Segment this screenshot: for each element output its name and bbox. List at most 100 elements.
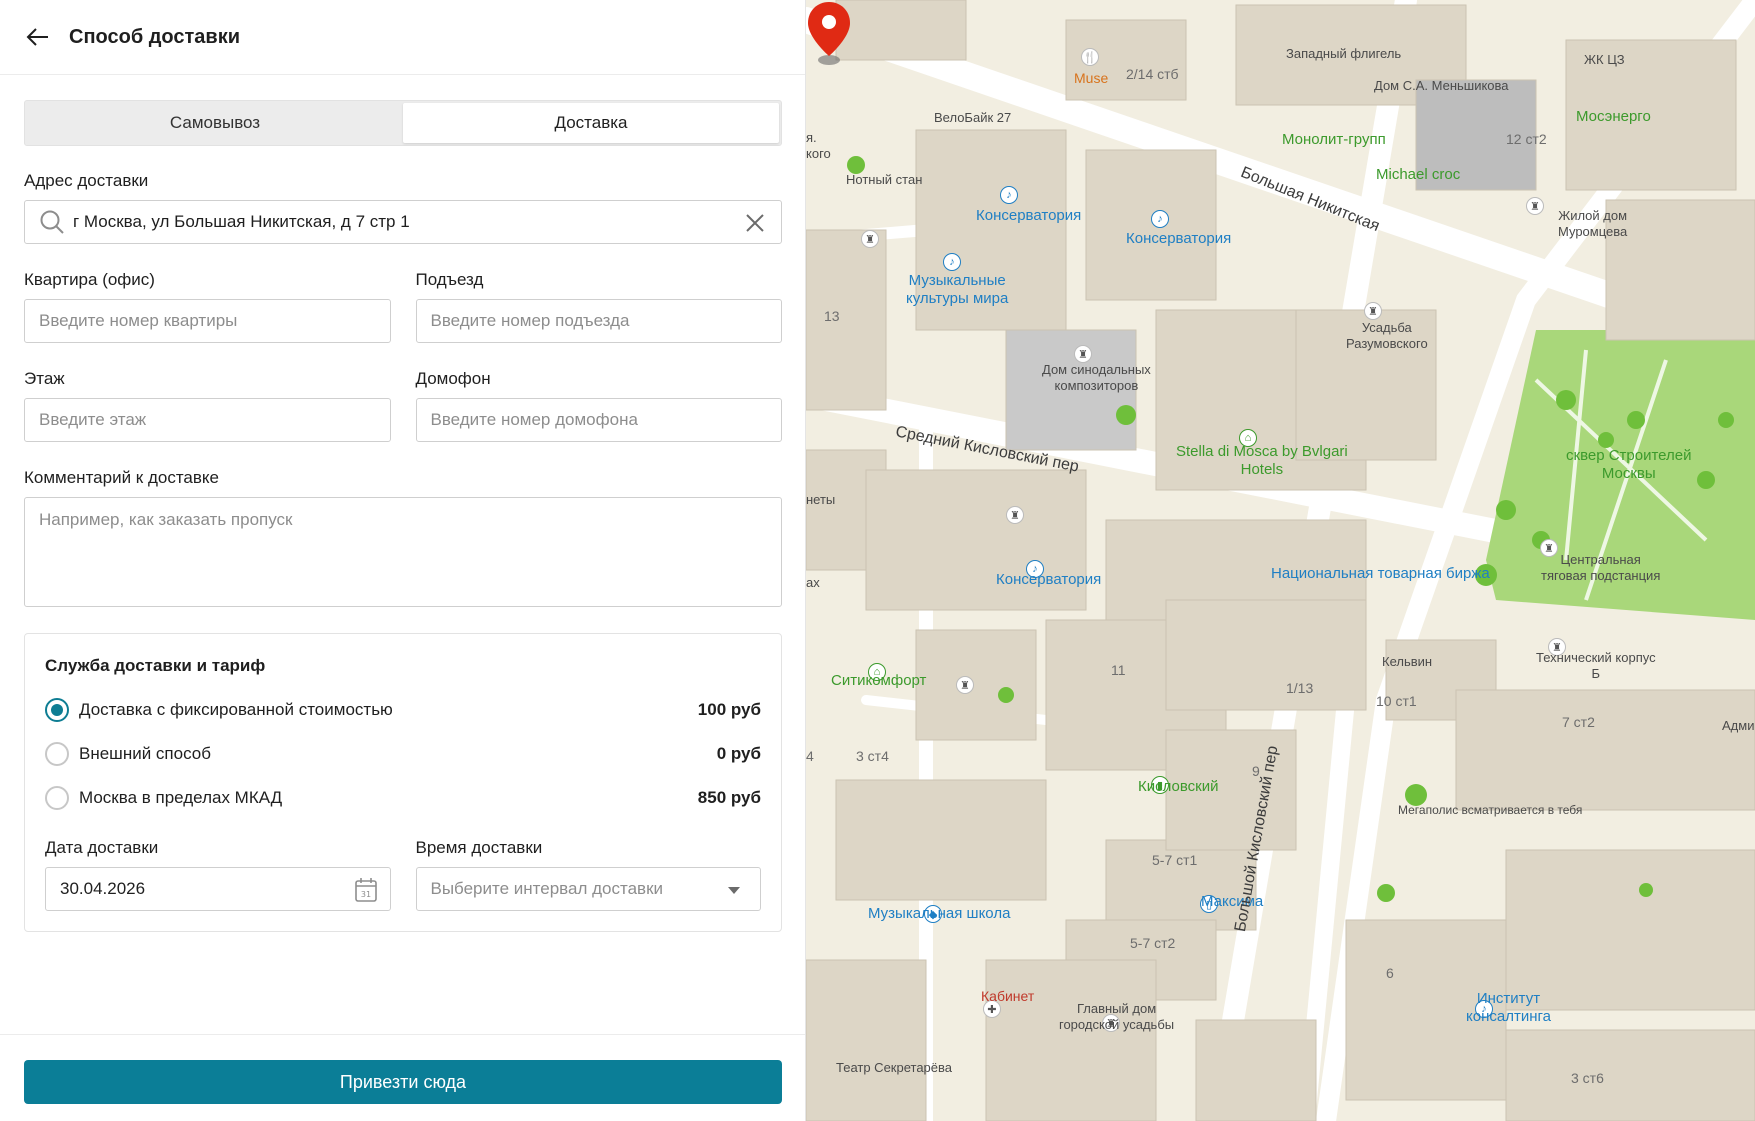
option-label: Москва в пределах МКАД (79, 788, 283, 807)
map-label: ах (806, 575, 820, 590)
close-icon[interactable] (743, 211, 767, 235)
map-label: Админ (1722, 718, 1755, 733)
map-label: Кисловский (1138, 778, 1219, 795)
map-label: Ситикомфорт (831, 672, 927, 689)
map-label: неты (806, 492, 836, 507)
calendar-icon[interactable]: 31 (354, 877, 378, 903)
poi-landmark-icon[interactable]: ♜ (861, 230, 879, 248)
intercom-input[interactable] (430, 410, 767, 430)
option-price: 0 руб (716, 744, 761, 763)
map-label: Мосэнерго (1576, 108, 1651, 125)
map-label: Мегаполис всматривается в тебя (1398, 803, 1583, 817)
map-label: Главный дом городской усадьбы (1059, 1001, 1175, 1032)
back-button[interactable] (24, 23, 52, 51)
delivery-panel: Способ доставки Самовывоз Доставка Адрес… (0, 0, 806, 1121)
poi-music-icon[interactable]: ♪ (943, 253, 961, 271)
address-label: Адрес доставки (24, 171, 149, 190)
map-label: Дом синодальных композиторов (1042, 362, 1151, 393)
apartment-input[interactable] (39, 311, 376, 331)
comment-block: Комментарий к доставке Например, как зак… (24, 468, 782, 607)
entrance-label: Подъезд (415, 270, 484, 289)
poi-restaurant-icon[interactable]: 🍴 (1081, 48, 1099, 66)
map-label: Жилой дом Муромцева (1558, 208, 1628, 239)
location-pin-icon[interactable] (806, 0, 852, 66)
map-label: Центральная тяговая подстанция (1541, 552, 1661, 583)
map-view[interactable]: ♪ ♪ ♪ ♜ ♜ ♜ ⌂ ♜ ♪ ⌂ ♜ ▮ ◆ ▯ ✚ ♜ ♜ ♜ ♪ ♜ … (806, 0, 1755, 1121)
comment-label: Комментарий к доставке (24, 468, 219, 487)
poi-music-icon[interactable]: ♪ (1000, 186, 1018, 204)
service-option-external[interactable]: Внешний способ 0 руб (45, 732, 761, 776)
poi-landmark-icon[interactable]: ♜ (1526, 197, 1544, 215)
deliver-here-button[interactable]: Привезти сюда (24, 1060, 782, 1104)
tab-delivery[interactable]: Доставка (403, 103, 779, 143)
map-label: Музыкальные культуры мира (906, 272, 1009, 307)
map-label: Западный флигель (1286, 46, 1402, 61)
map-label: Консерватория (996, 571, 1102, 588)
date-time-row: Дата доставки 30.04.2026 31 Время достав… (45, 838, 761, 911)
poi-landmark-icon[interactable]: ♜ (956, 676, 974, 694)
map-label: Кабинет (981, 988, 1035, 1004)
radio-unselected[interactable] (45, 742, 69, 766)
poi-landmark-icon[interactable]: ♜ (1006, 506, 1024, 524)
service-option-fixed[interactable]: Доставка с фиксированной стоимостью 100 … (45, 688, 761, 732)
app-root: Способ доставки Самовывоз Доставка Адрес… (0, 0, 1755, 1121)
option-label: Доставка с фиксированной стоимостью (79, 700, 393, 719)
delivery-mode-switch: Самовывоз Доставка (24, 100, 782, 146)
map-label: ВелоБайк 27 (934, 110, 1012, 125)
time-placeholder: Выберите интервал доставки (430, 879, 664, 898)
map-label: я. кого (806, 130, 831, 161)
intercom-field[interactable] (415, 398, 782, 442)
panel-header: Способ доставки (0, 0, 805, 75)
delivery-service-card: Служба доставки и тариф Доставка с фикси… (24, 633, 782, 932)
comment-textarea[interactable]: Например, как заказать пропуск (24, 497, 782, 607)
service-title: Служба доставки и тариф (45, 656, 266, 675)
floor-label: Этаж (24, 369, 65, 388)
map-label: Театр Секретарёва (836, 1060, 953, 1075)
entrance-field[interactable] (415, 299, 782, 343)
apartment-label: Квартира (офис) (24, 270, 155, 289)
apartment-field[interactable] (24, 299, 391, 343)
radio-selected[interactable] (45, 698, 69, 722)
map-label: 4 (806, 748, 814, 764)
floor-input[interactable] (39, 410, 376, 430)
time-select[interactable]: Выберите интервал доставки (415, 867, 761, 911)
map-label: Нотный стан (846, 172, 923, 187)
panel-footer: Привезти сюда (0, 1034, 805, 1121)
tab-pickup[interactable]: Самовывоз (27, 103, 403, 143)
option-price: 850 руб (697, 788, 761, 807)
map-label: 11 (1111, 662, 1126, 678)
entrance-input[interactable] (430, 311, 767, 331)
service-option-mkad[interactable]: Москва в пределах МКАД 850 руб (45, 776, 761, 820)
date-field[interactable]: 30.04.2026 31 (45, 867, 391, 911)
map-label: 3 ст4 (856, 748, 889, 764)
floor-intercom-row: Этаж Домофон (24, 369, 782, 442)
map-label: Национальная товарная биржа (1271, 565, 1490, 582)
floor-field[interactable] (24, 398, 391, 442)
map-label: 12 ст2 (1506, 131, 1547, 147)
poi-landmark-icon[interactable]: ♜ (1074, 345, 1092, 363)
address-field[interactable]: г Москва, ул Большая Никитская, д 7 стр … (24, 200, 782, 244)
map-label: 6 (1386, 965, 1394, 981)
option-label: Внешний способ (79, 744, 211, 763)
map-label: Технический корпус Б (1536, 650, 1656, 681)
map-label: 2/14 стб (1126, 66, 1179, 82)
search-icon (40, 210, 64, 234)
chevron-down-icon (728, 887, 740, 894)
poi-landmark-icon[interactable]: ♜ (1364, 302, 1382, 320)
map-label: 3 ст6 (1571, 1070, 1604, 1086)
radio-unselected[interactable] (45, 786, 69, 810)
map-label: 13 (824, 308, 840, 324)
form-content: Самовывоз Доставка Адрес доставки г Моск… (24, 100, 782, 932)
address-value: г Москва, ул Большая Никитская, д 7 стр … (73, 212, 410, 231)
map-label: сквер Строителей Москвы (1566, 447, 1692, 482)
poi-music-icon[interactable]: ♪ (1151, 210, 1169, 228)
map-label: Кельвин (1382, 654, 1433, 669)
intercom-label: Домофон (415, 369, 491, 388)
map-label: Дом С.А. Меньшикова (1374, 78, 1509, 93)
page-title: Способ доставки (69, 25, 241, 48)
map-label: Институт консалтинга (1466, 990, 1551, 1025)
map-label: Muse (1074, 70, 1109, 86)
date-value: 30.04.2026 (60, 879, 146, 898)
time-label: Время доставки (415, 838, 543, 857)
map-label: 1/13 (1286, 680, 1314, 696)
